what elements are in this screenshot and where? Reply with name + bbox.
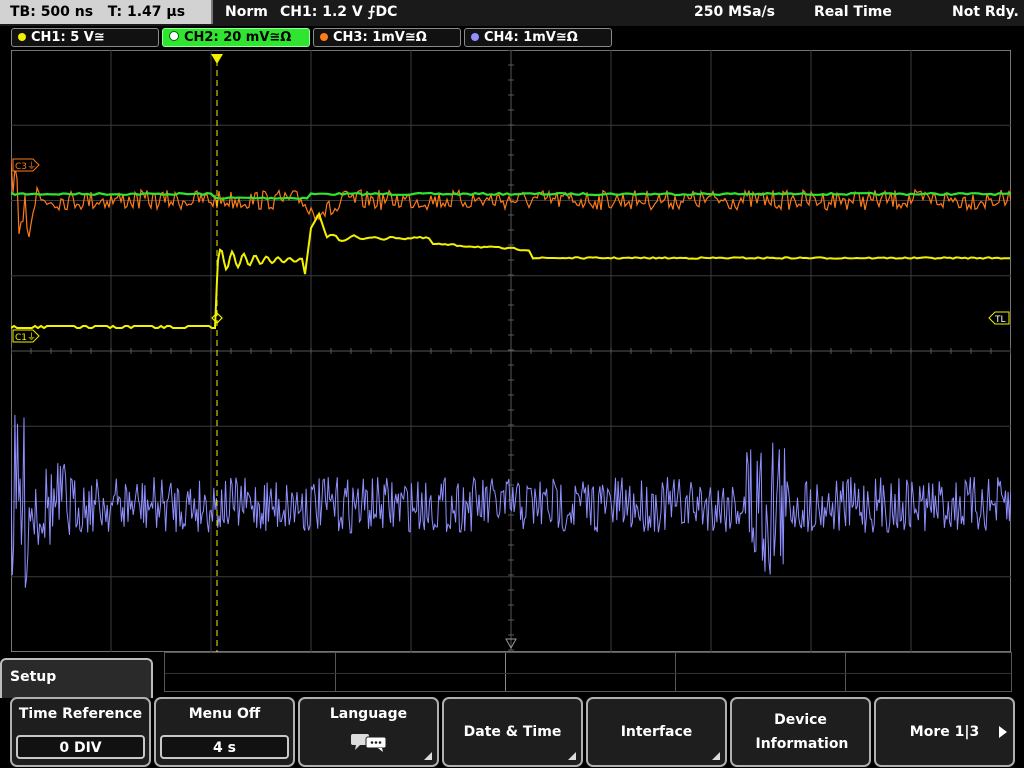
speech-bubble-icon: [351, 734, 387, 752]
channel-tab-ch4[interactable]: CH4: 1mV≅Ω: [464, 28, 612, 47]
channel-tab-ch2[interactable]: CH2: 20 mV≅Ω: [162, 28, 310, 47]
next-page-arrow-icon: [999, 726, 1007, 738]
waveform-display[interactable]: C3⏚ C1⏚ TL: [11, 50, 1011, 652]
ch3-ground-marker[interactable]: C3⏚: [12, 158, 40, 172]
channel-label: CH1: 5 V≅: [31, 30, 105, 45]
time-reference-softkey[interactable]: Time Reference 0 DIV: [10, 697, 151, 767]
time-reference-value: 0 DIV: [16, 735, 145, 759]
language-softkey[interactable]: Language: [298, 697, 439, 767]
more-softkey[interactable]: More 1|3: [874, 697, 1015, 767]
channel-label: CH4: 1mV≅Ω: [484, 30, 578, 45]
sample-rate: 250 MSa/s: [694, 4, 776, 20]
submenu-corner-icon: [568, 752, 576, 760]
softkey-label: Time Reference: [18, 706, 143, 722]
timebase-label: TB: 500 ns: [10, 4, 94, 20]
ch3-marker-label: C3⏚: [15, 161, 36, 172]
menu-info-strip: [164, 652, 1012, 692]
channel-label: CH3: 1mV≅Ω: [333, 30, 427, 45]
softkey-label: Menu Off: [188, 706, 261, 722]
timebase-box[interactable]: TB: 500 ns T: 1.47 µs: [0, 0, 213, 24]
ch1-dot-icon: [18, 33, 26, 41]
channel-tab-ch1[interactable]: CH1: 5 V≅: [11, 28, 159, 47]
softkey-label: More 1|3: [909, 724, 980, 740]
trigger-time-label: T: 1.47 µs: [107, 4, 186, 20]
trigger-mode[interactable]: Norm: [225, 0, 268, 24]
date-time-softkey[interactable]: Date & Time: [442, 697, 583, 767]
trigger-level-label: TL: [994, 315, 1006, 325]
interface-softkey[interactable]: Interface: [586, 697, 727, 767]
ch2-dot-icon: [169, 31, 179, 41]
softkey-label: Device Information: [755, 712, 849, 752]
softkey-label: Date & Time: [463, 724, 562, 740]
channel-label: CH2: 20 mV≅Ω: [184, 30, 292, 45]
acquisition-mode: Real Time: [814, 4, 892, 20]
menu-off-softkey[interactable]: Menu Off 4 s: [154, 697, 295, 767]
menu-title-tab[interactable]: Setup: [0, 658, 153, 698]
ch1-ground-marker[interactable]: C1⏚: [12, 329, 40, 343]
submenu-corner-icon: [424, 752, 432, 760]
softkey-label: Interface: [620, 724, 693, 740]
menu-title: Setup: [10, 669, 57, 685]
trigger-source[interactable]: CH1: 1.2 V ⨍DC: [280, 0, 397, 24]
menu-off-value: 4 s: [160, 735, 289, 759]
softkey-label: Language: [329, 706, 408, 722]
ch1-marker-label: C1⏚: [15, 332, 36, 343]
ch3-dot-icon: [320, 33, 328, 41]
device-information-softkey[interactable]: Device Information: [730, 697, 871, 767]
submenu-corner-icon: [712, 752, 720, 760]
acquisition-status: Not Rdy.: [952, 4, 1019, 20]
channel-tab-ch3[interactable]: CH3: 1mV≅Ω: [313, 28, 461, 47]
ch4-dot-icon: [471, 33, 479, 41]
